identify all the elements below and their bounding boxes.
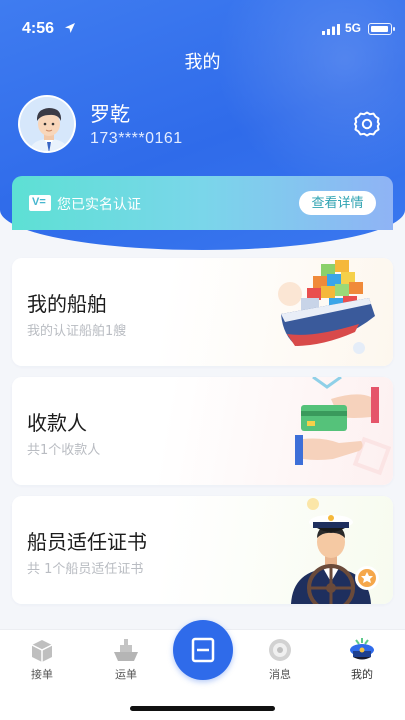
network-type: 5G: [345, 21, 362, 35]
id-card-icon: V=: [29, 195, 51, 211]
view-details-button[interactable]: 查看详情: [299, 191, 376, 215]
card-subtitle: 我的认证船舶1艘: [27, 324, 127, 339]
tab-label: 消息: [269, 668, 291, 681]
settings-gear-icon[interactable]: [352, 109, 382, 139]
tab-label: 我的: [351, 668, 373, 681]
location-arrow-icon: [65, 23, 75, 33]
user-name: 罗乾: [90, 102, 130, 126]
status-bar: 4:56 5G: [0, 0, 405, 44]
card-subtitle: 共1个收款人: [27, 443, 101, 458]
scan-button[interactable]: [173, 620, 233, 680]
message-icon: [269, 639, 291, 661]
my-ships-card[interactable]: 我的船舶 我的认证船舶1艘: [12, 258, 393, 366]
card-subtitle: 共 1个船员适任证书: [27, 562, 144, 577]
captain-icon: [291, 498, 379, 604]
card-payment-icon: [295, 377, 392, 476]
card-title: 收款人: [27, 411, 87, 435]
card-title: 我的船舶: [27, 292, 107, 316]
package-icon: [31, 640, 53, 662]
tab-mine[interactable]: 我的: [327, 630, 397, 690]
signal-icon: [322, 24, 340, 35]
tab-waybills[interactable]: 运单: [91, 630, 161, 690]
status-time: 4:56: [22, 20, 55, 37]
tab-label: 运单: [115, 668, 137, 681]
page-title: 我的: [184, 52, 221, 73]
verification-status: 您已实名认证: [57, 197, 141, 213]
battery-icon: [368, 23, 395, 35]
crew-certificates-card[interactable]: 船员适任证书 共 1个船员适任证书: [12, 496, 393, 604]
tab-accept-orders[interactable]: 接单: [7, 630, 77, 690]
verification-banner: V= 您已实名认证 查看详情: [12, 176, 393, 230]
tab-messages[interactable]: 消息: [245, 630, 315, 690]
payees-card[interactable]: 收款人 共1个收款人: [12, 377, 393, 485]
user-phone: 173****0161: [90, 130, 183, 147]
captain-hat-icon: [350, 638, 374, 660]
home-indicator: [130, 706, 275, 711]
avatar[interactable]: [18, 95, 76, 153]
scan-icon: [191, 637, 215, 663]
tab-label: 接单: [31, 668, 53, 681]
cargo-ship-icon: [278, 260, 375, 354]
card-title: 船员适任证书: [27, 530, 147, 554]
ship-icon: [114, 639, 138, 661]
